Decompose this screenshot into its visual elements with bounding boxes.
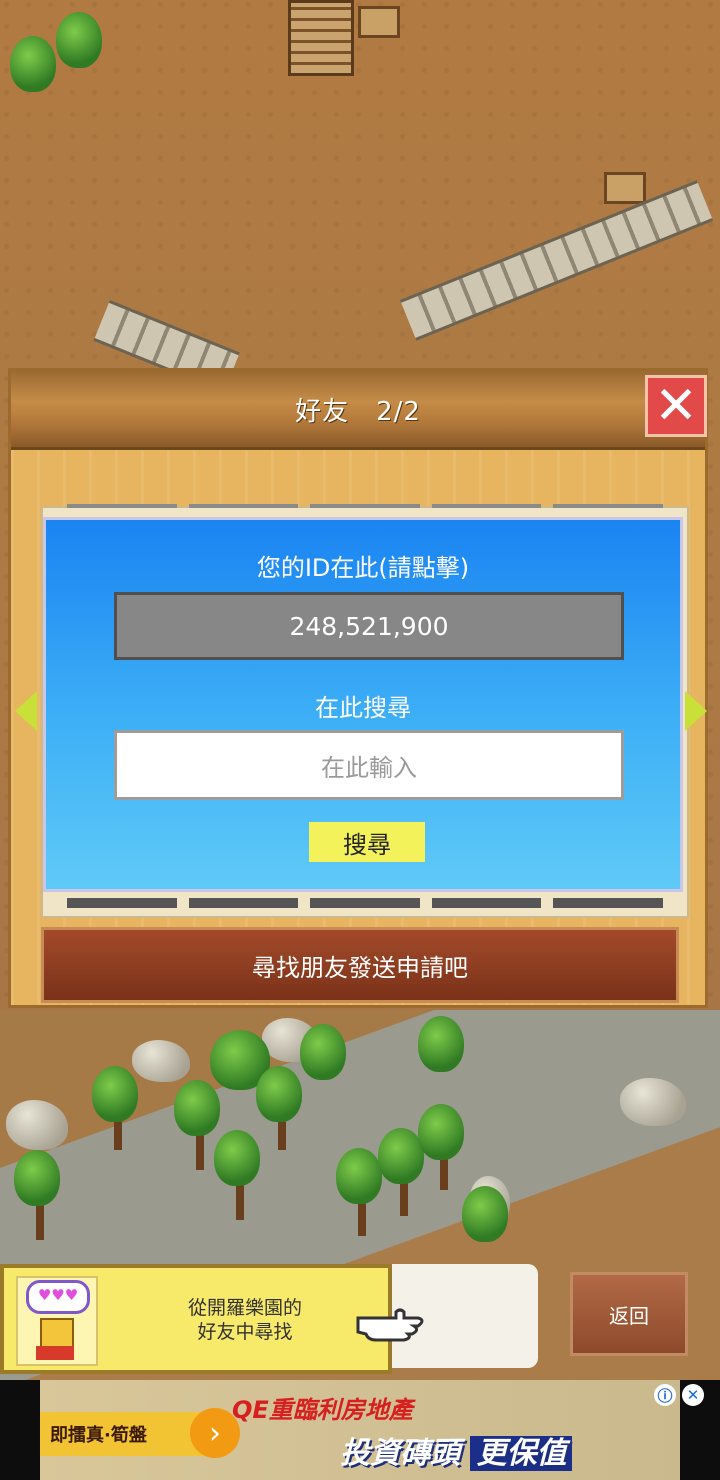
page-tab[interactable] [310, 898, 420, 908]
tree [174, 1080, 220, 1136]
close-button[interactable]: ✕ [645, 375, 707, 437]
player-id-box[interactable]: 248,521,900 [114, 592, 624, 660]
pointing-hand-icon [356, 1308, 424, 1342]
kairobot-body-icon [36, 1346, 74, 1360]
panel-tabs [43, 894, 687, 916]
ad-controls: ⓘ ✕ [654, 1384, 704, 1406]
ad-content[interactable]: 即擂真·筍盤 › QE重臨利房地產 投資磚頭 更保值 ⓘ ✕ [40, 1380, 704, 1480]
tip-line-1: 從開羅樂園的 [187, 1297, 302, 1319]
page-tab[interactable] [431, 898, 542, 908]
search-label: 在此搜尋 [315, 694, 411, 722]
tree [256, 1066, 302, 1122]
wooden-sign [358, 6, 400, 38]
tree [300, 1024, 346, 1080]
dialog-header: 好友 2/2 ✕ [11, 371, 707, 450]
ad-banner[interactable]: 即擂真·筍盤 › QE重臨利房地產 投資磚頭 更保值 ⓘ ✕ [0, 1380, 720, 1480]
ad-subline-a: 投資磚頭 [340, 1436, 460, 1471]
kairo-friends-tip[interactable]: ♥♥♥ 從開羅樂園的 好友中尋找 [0, 1264, 392, 1374]
heart-bubble: ♥♥♥ [26, 1280, 90, 1314]
search-input[interactable]: 在此輸入 [114, 730, 624, 800]
tree-trunk [236, 1180, 244, 1220]
dialog-title: 好友 2/2 [295, 397, 421, 427]
search-button[interactable]: 搜尋 [309, 822, 425, 862]
tree-trunk [196, 1130, 204, 1170]
tree-trunk [36, 1200, 44, 1240]
id-search-panel: 您的ID在此(請點擊) 248,521,900 在此搜尋 在此輸入 搜尋 [43, 517, 683, 892]
ad-close-icon[interactable]: ✕ [682, 1384, 704, 1406]
tree [214, 1130, 260, 1186]
page-tab[interactable] [553, 898, 663, 908]
ad-subline: 投資磚頭 更保值 [340, 1428, 573, 1472]
watch-tower [288, 0, 354, 76]
bush [10, 36, 56, 92]
ad-headline: QE重臨利房地產 [232, 1396, 413, 1424]
panel-tabs-top [43, 504, 687, 512]
tree [336, 1148, 382, 1204]
page-tab[interactable] [188, 898, 299, 908]
tip-line-2: 好友中尋找 [197, 1321, 293, 1343]
rock [132, 1040, 190, 1082]
ad-info-icon[interactable]: ⓘ [654, 1384, 676, 1406]
id-label: 您的ID在此(請點擊) [256, 554, 470, 582]
tree [14, 1150, 60, 1206]
ad-subline-b: 更保值 [470, 1436, 573, 1471]
prev-page-arrow-icon[interactable] [15, 691, 37, 731]
friends-dialog: 好友 2/2 ✕ 您的ID在此(請點擊) 248,521,900 在此搜尋 在此… [8, 368, 708, 1008]
tip-text: 從開羅樂園的 好友中尋找 [120, 1296, 370, 1344]
close-icon: ✕ [654, 376, 698, 436]
tree [92, 1066, 138, 1122]
back-button[interactable]: 返回 [570, 1272, 688, 1356]
find-friends-button[interactable]: 尋找朋友發送申請吧 [41, 927, 679, 1003]
tree [462, 1186, 508, 1242]
page-tab[interactable] [67, 898, 177, 908]
wooden-sign [604, 172, 646, 204]
tree [418, 1104, 464, 1160]
bush [56, 12, 102, 68]
kairobot-avatar: ♥♥♥ [16, 1276, 98, 1366]
next-page-arrow-icon[interactable] [685, 691, 707, 731]
tree [418, 1016, 464, 1072]
